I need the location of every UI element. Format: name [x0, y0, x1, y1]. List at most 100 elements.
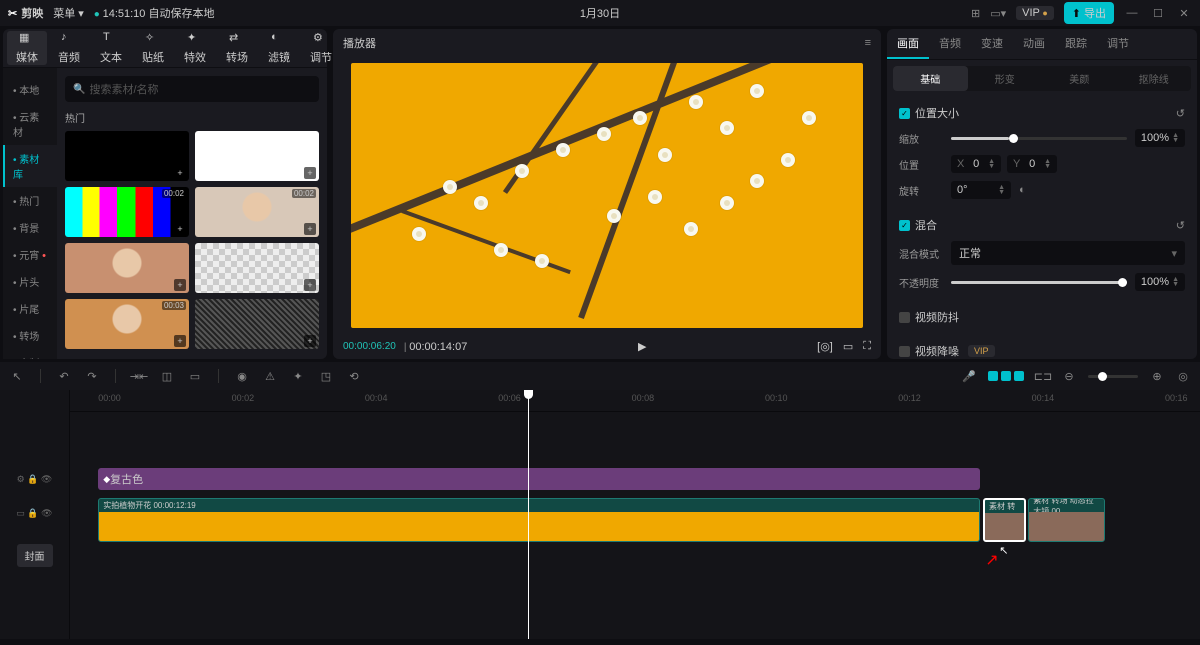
position-size-toggle[interactable]: ✓	[899, 108, 910, 119]
props-tab-5[interactable]: 调节	[1097, 29, 1139, 59]
stabilize-toggle[interactable]	[899, 312, 910, 323]
playhead[interactable]	[528, 390, 529, 639]
search-input[interactable]: 🔍 搜索素材/名称	[65, 76, 319, 102]
video-clip-1[interactable]: 实拍植物开花 00:00:12:19	[98, 498, 979, 542]
undo-icon[interactable]: ↶	[57, 369, 71, 383]
category-0[interactable]: • 本地	[3, 76, 57, 103]
shortcut-icon[interactable]: ⊞	[971, 7, 980, 20]
total-time: | 00:00:14:07	[404, 341, 468, 353]
props-tab-1[interactable]: 音频	[929, 29, 971, 59]
props-subtab-0[interactable]: 基础	[893, 66, 968, 91]
play-button[interactable]: ▶	[638, 340, 646, 353]
opacity-value[interactable]: 100%▲▼	[1135, 273, 1185, 291]
media-thumb-1[interactable]: +	[195, 131, 319, 181]
media-thumb-3[interactable]: 00:02+	[195, 187, 319, 237]
pos-x-input[interactable]: X0▲▼	[951, 155, 1001, 173]
crop-icon[interactable]: ◳	[319, 369, 333, 383]
media-thumb-2[interactable]: 00:02+	[65, 187, 189, 237]
video-track[interactable]: 实拍植物开花 00:00:12:19 素材 转 素材 转场 动态拉大镜 00	[70, 498, 1200, 542]
zoom-in-icon[interactable]: ⊕	[1150, 369, 1164, 383]
media-grid: ++00:02+00:02+++00:03++00:02+00:02+	[65, 131, 319, 351]
category-9[interactable]: • 自制动画	[3, 349, 57, 359]
ratio-icon[interactable]: [◎]	[817, 340, 833, 353]
layout-icon[interactable]: ▭▾	[990, 7, 1006, 20]
tool-tab-0[interactable]: ▦媒体	[7, 31, 47, 65]
rotation-dial-icon[interactable]: ◐	[1019, 184, 1026, 196]
vip-badge[interactable]: VIP ●	[1016, 6, 1054, 20]
tool-tab-2[interactable]: T文本	[91, 31, 131, 65]
autosave-status: ● 14:51:10 自动保存本地	[94, 5, 215, 21]
snap-toggles[interactable]	[988, 371, 1024, 381]
denoise-section: 视频降噪VIP	[899, 339, 1185, 359]
reset-icon[interactable]: ↺	[1176, 219, 1185, 232]
props-tab-0[interactable]: 画面	[887, 29, 929, 59]
props-tab-2[interactable]: 变速	[971, 29, 1013, 59]
marker-icon[interactable]: ⚠	[263, 369, 277, 383]
rotation-input[interactable]: 0°▲▼	[951, 181, 1011, 199]
scale-value[interactable]: 100%▲▼	[1135, 129, 1185, 147]
category-2[interactable]: • 素材库	[3, 145, 57, 187]
filter-track[interactable]: ◆ 复古色	[70, 468, 1200, 490]
props-tab-4[interactable]: 跟踪	[1055, 29, 1097, 59]
time-ruler[interactable]: 00:0000:0200:0400:0600:0800:1000:1200:14…	[70, 390, 1200, 412]
category-5[interactable]: • 元宵 •	[3, 241, 57, 268]
tool-tab-1[interactable]: ♪音频	[49, 31, 89, 65]
props-subtab-1[interactable]: 形变	[968, 66, 1043, 91]
mic-icon[interactable]: 🎤	[962, 369, 976, 383]
top-tool-tabs: ▦媒体♪音频T文本✧贴纸✦特效⇄转场◐滤镜⚙调节	[3, 29, 345, 67]
media-thumb-0[interactable]: +	[65, 131, 189, 181]
category-4[interactable]: • 背景	[3, 214, 57, 241]
menu-dropdown[interactable]: 菜单▾	[53, 5, 84, 21]
redo-icon[interactable]: ↷	[85, 369, 99, 383]
tool-tab-3[interactable]: ✧贴纸	[133, 31, 173, 65]
maximize-button[interactable]: ☐	[1150, 7, 1166, 20]
video-clip-3[interactable]: 素材 转场 动态拉大镜 00	[1028, 498, 1105, 542]
video-clip-2-selected[interactable]: 素材 转	[983, 498, 1026, 542]
filter-track-header[interactable]: ⚙ 🔒 👁	[0, 468, 69, 490]
props-subtab-2[interactable]: 美颜	[1042, 66, 1117, 91]
fullscreen-icon[interactable]: ⛶	[863, 340, 871, 353]
tool-tab-4[interactable]: ✦特效	[175, 31, 215, 65]
props-tab-3[interactable]: 动画	[1013, 29, 1055, 59]
category-1[interactable]: • 云素材	[3, 103, 57, 145]
cover-button[interactable]: 封面	[17, 544, 53, 567]
close-button[interactable]: ✕	[1176, 7, 1192, 20]
tool-tab-6[interactable]: ◐滤镜	[259, 31, 299, 65]
opacity-slider[interactable]	[951, 281, 1127, 284]
reverse-icon[interactable]: ⟲	[347, 369, 361, 383]
category-8[interactable]: • 转场	[3, 322, 57, 349]
media-thumb-4[interactable]: +	[65, 243, 189, 293]
delete-right-icon[interactable]: ▭	[188, 369, 202, 383]
category-3[interactable]: • 热门	[3, 187, 57, 214]
zoom-out-icon[interactable]: ⊖	[1062, 369, 1076, 383]
freeze-icon[interactable]: ✦	[291, 369, 305, 383]
preview-menu-icon[interactable]: ≡	[865, 37, 871, 49]
props-subtab-3[interactable]: 抠除线	[1117, 66, 1192, 91]
media-thumb-7[interactable]: +	[195, 299, 319, 349]
video-track-header[interactable]: ▭ 🔒 👁	[0, 502, 69, 524]
link-icon[interactable]: ⊏⊐	[1036, 369, 1050, 383]
record-icon[interactable]: ◉	[235, 369, 249, 383]
delete-left-icon[interactable]: ◫	[160, 369, 174, 383]
select-tool-icon[interactable]: ↖	[10, 369, 24, 383]
blend-toggle[interactable]: ✓	[899, 220, 910, 231]
zoom-fit-icon[interactable]: ◎	[1176, 369, 1190, 383]
category-6[interactable]: • 片头	[3, 268, 57, 295]
minimize-button[interactable]: —	[1124, 7, 1140, 19]
media-thumb-6[interactable]: 00:03+	[65, 299, 189, 349]
preview-viewport[interactable]	[351, 63, 863, 328]
pos-y-input[interactable]: Y0▲▼	[1007, 155, 1057, 173]
tool-tab-5[interactable]: ⇄转场	[217, 31, 257, 65]
timeline-area[interactable]: 00:0000:0200:0400:0600:0800:1000:1200:14…	[70, 390, 1200, 639]
denoise-toggle[interactable]	[899, 346, 910, 357]
category-7[interactable]: • 片尾	[3, 295, 57, 322]
filter-clip[interactable]: ◆ 复古色	[98, 468, 979, 490]
zoom-slider[interactable]	[1088, 375, 1138, 378]
export-button[interactable]: ⬆ 导出	[1064, 2, 1114, 24]
scale-slider[interactable]	[951, 137, 1127, 140]
resolution-icon[interactable]: ▭	[843, 340, 853, 353]
blend-mode-select[interactable]: 正常▾	[951, 241, 1185, 265]
split-icon[interactable]: ⇥⇤	[132, 369, 146, 383]
media-thumb-5[interactable]: +	[195, 243, 319, 293]
reset-icon[interactable]: ↺	[1176, 107, 1185, 120]
